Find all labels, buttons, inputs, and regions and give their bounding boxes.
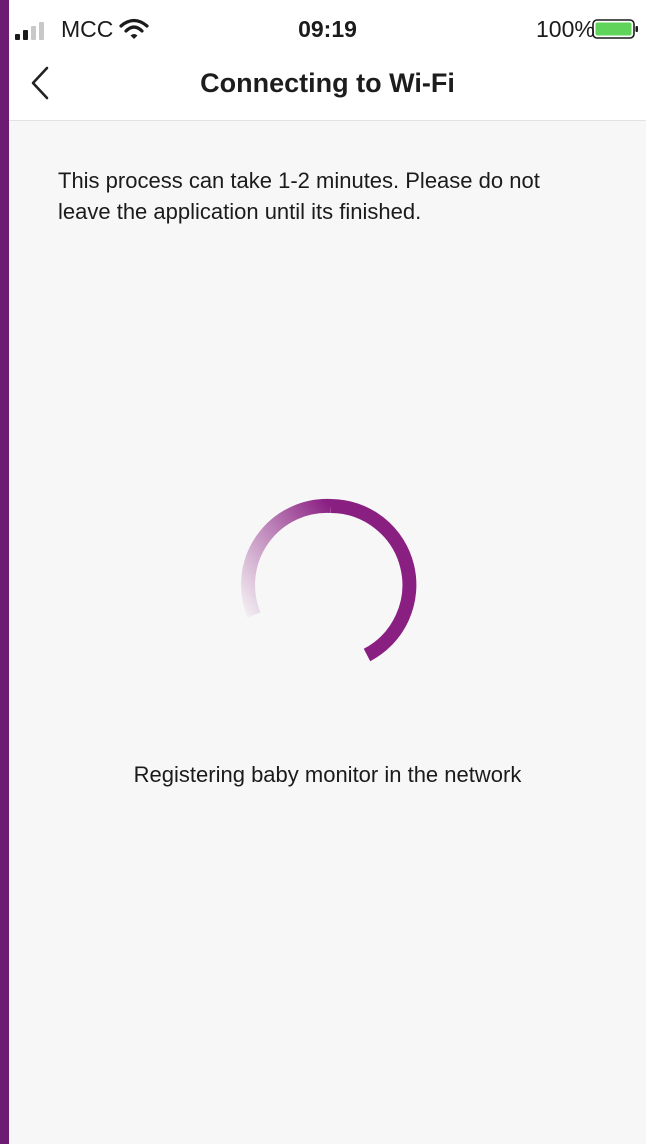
page-title: Connecting to Wi-Fi bbox=[200, 68, 455, 98]
navigation-bar: Connecting to Wi-Fi bbox=[9, 40, 646, 121]
battery-percent: 100% bbox=[536, 16, 595, 42]
status-message: Registering baby monitor in the network bbox=[133, 762, 522, 787]
battery-icon bbox=[592, 19, 638, 39]
phone-screen: MCC 09:19 100% Connecting to Wi-Fi This … bbox=[9, 0, 646, 1144]
loading-spinner-icon bbox=[241, 498, 417, 662]
info-message: This process can take 1-2 minutes. Pleas… bbox=[58, 168, 540, 224]
